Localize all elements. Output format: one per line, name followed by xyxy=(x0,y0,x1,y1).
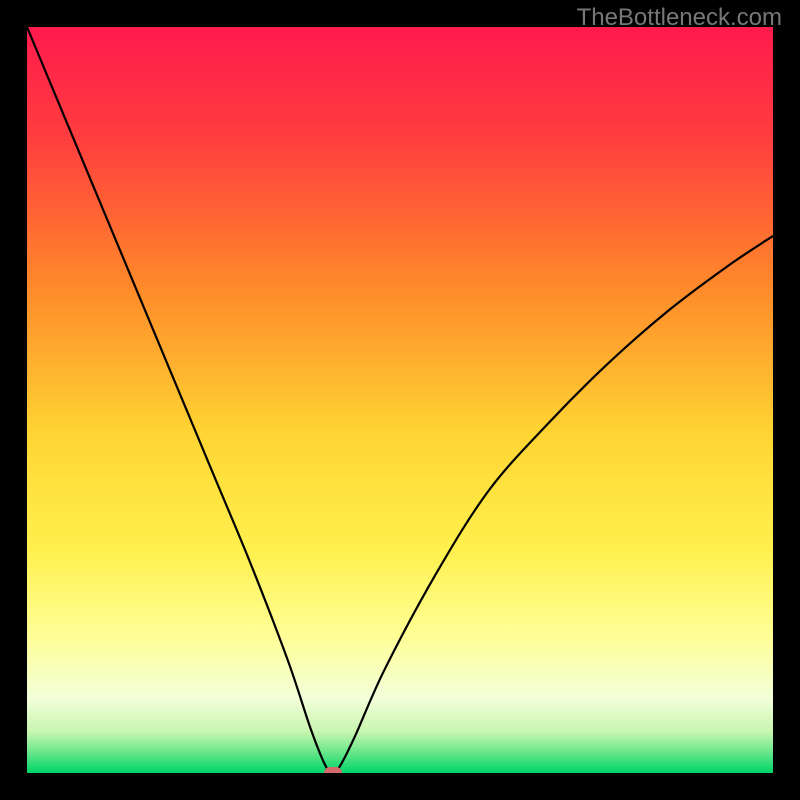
watermark-text: TheBottleneck.com xyxy=(577,4,782,32)
bottleneck-curve xyxy=(27,27,773,773)
plot-area xyxy=(27,27,773,773)
optimum-marker xyxy=(324,767,342,773)
